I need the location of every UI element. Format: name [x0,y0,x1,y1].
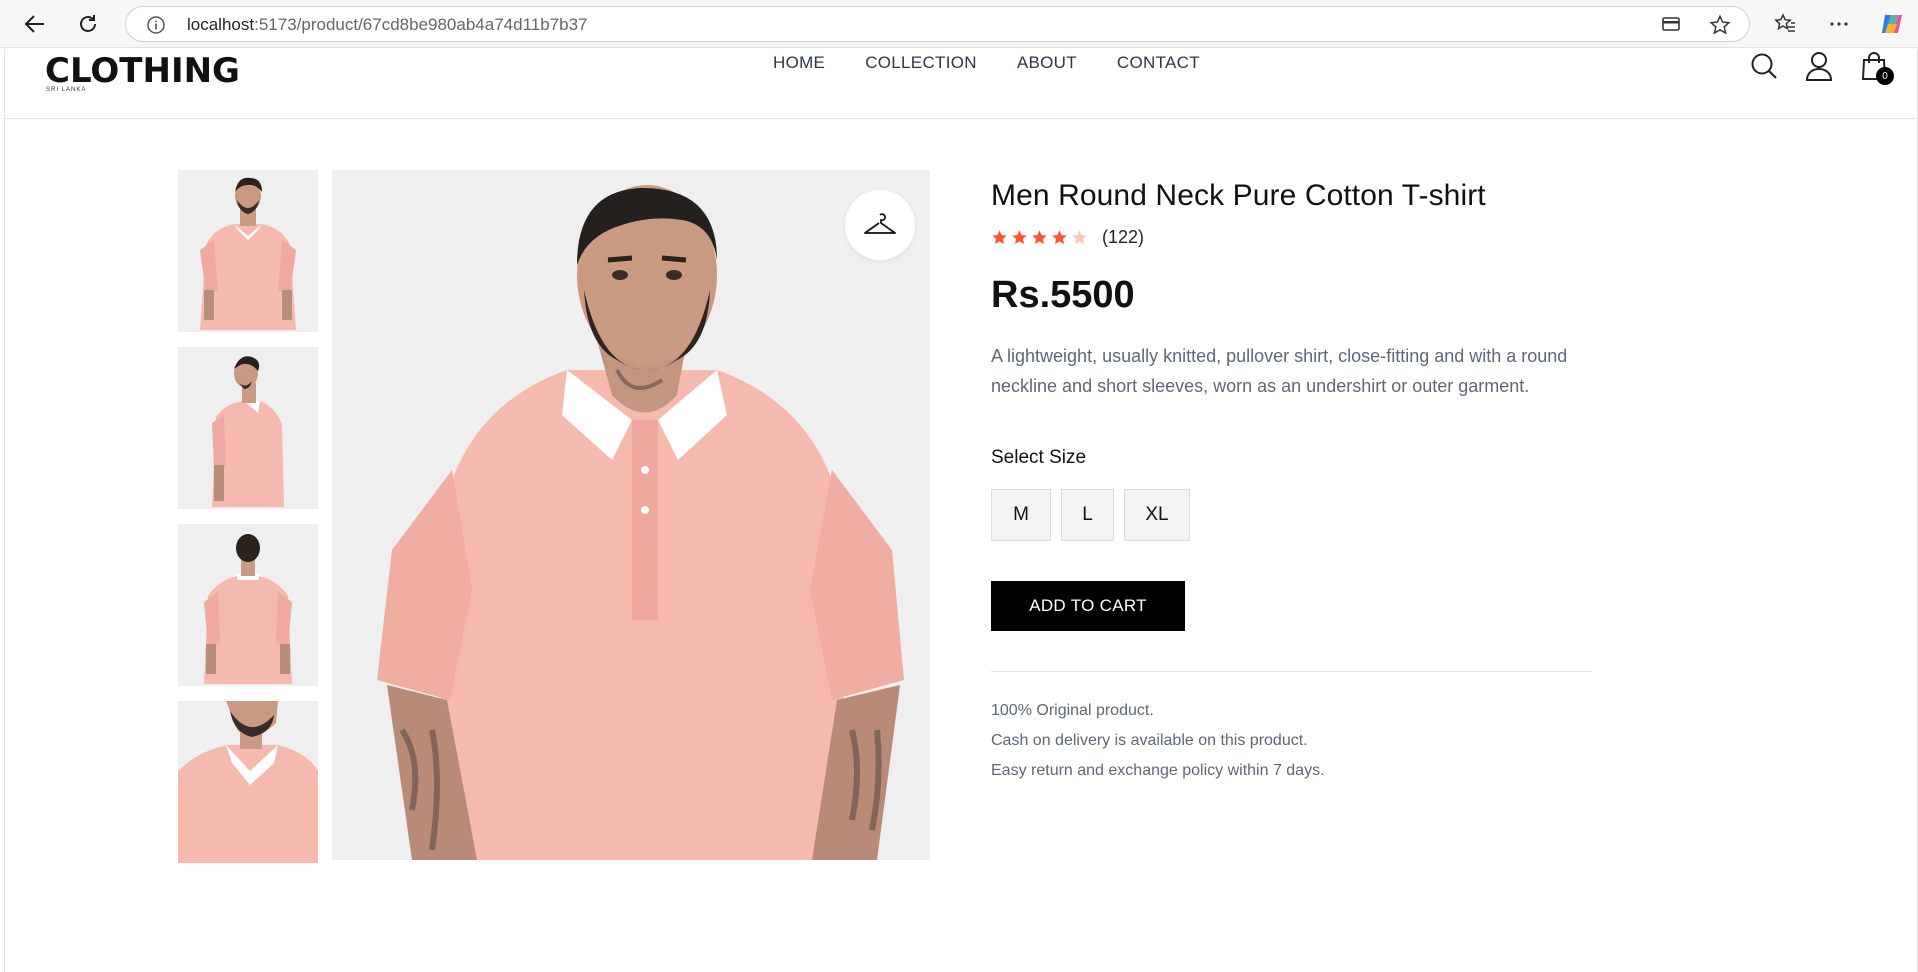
hanger-icon[interactable] [845,190,915,260]
thumbnail-closeup[interactable] [178,701,318,863]
copilot-icon[interactable] [1878,10,1906,38]
cart-count-badge: 0 [1876,67,1894,85]
logo-subtitle: SRI LANKA [46,87,87,93]
size-option-m[interactable]: M [991,489,1051,541]
review-count: (122) [1102,227,1145,247]
search-icon[interactable] [1747,49,1781,83]
page-viewport: CLOTHING SRI LANKA HOME COLLECTION ABOUT… [4,49,1918,972]
user-icon[interactable] [1802,49,1836,83]
main-nav: HOME COLLECTION ABOUT CONTACT [773,53,1200,73]
nav-collection[interactable]: COLLECTION [865,53,977,73]
size-options: M L XL [991,489,1593,541]
product-main-image [332,170,930,860]
star-empty-icon [1072,230,1087,245]
card-icon[interactable] [1661,14,1681,39]
note-return: Easy return and exchange policy within 7… [991,762,1325,779]
product-title: Men Round Neck Pure Cotton T-shirt [991,179,1486,212]
product-description: A lightweight, usually knitted, pullover… [991,346,1568,396]
thumbnail-back[interactable] [178,524,318,686]
back-arrow-icon[interactable] [20,9,50,39]
favorites-icon[interactable] [1771,10,1799,38]
product-notes: 100% Original product. Cash on delivery … [991,696,1593,786]
info-icon[interactable] [146,15,166,40]
note-cod: Cash on delivery is available on this pr… [991,732,1308,749]
reload-icon[interactable] [73,9,103,39]
nav-home[interactable]: HOME [773,53,825,73]
star-outline-icon[interactable] [1709,14,1731,41]
bag-icon[interactable]: 0 [1857,49,1894,85]
size-option-xl[interactable]: XL [1124,489,1190,541]
thumbnail-front[interactable] [178,170,318,332]
star-filled-icon [1032,230,1047,245]
add-to-cart-button[interactable]: ADD TO CART [991,581,1185,631]
logo-text: CLOTHING [45,51,240,91]
product-rating: (122) [991,227,1593,248]
url-text: localhost:5173/product/67cd8be980ab4a74d… [187,15,588,34]
product-price: Rs.5500 [991,274,1135,316]
size-option-l[interactable]: L [1061,489,1114,541]
browser-toolbar: localhost:5173/product/67cd8be980ab4a74d… [0,0,1918,48]
star-filled-icon [1012,230,1027,245]
more-icon[interactable] [1825,10,1853,38]
divider [991,671,1591,672]
star-filled-icon [1052,230,1067,245]
note-original: 100% Original product. [991,702,1154,719]
thumbnail-list [178,170,318,878]
rating-stars [991,229,1088,246]
product-info: Men Round Neck Pure Cotton T-shirt (122)… [991,179,1593,786]
star-filled-icon [992,230,1007,245]
site-logo[interactable]: CLOTHING SRI LANKA [45,51,240,93]
thumbnail-side[interactable] [178,347,318,509]
size-label: Select Size [991,447,1087,468]
site-header: CLOTHING SRI LANKA HOME COLLECTION ABOUT… [5,49,1917,119]
nav-contact[interactable]: CONTACT [1117,53,1200,73]
nav-about[interactable]: ABOUT [1017,53,1077,73]
address-bar[interactable]: localhost:5173/product/67cd8be980ab4a74d… [125,6,1750,42]
